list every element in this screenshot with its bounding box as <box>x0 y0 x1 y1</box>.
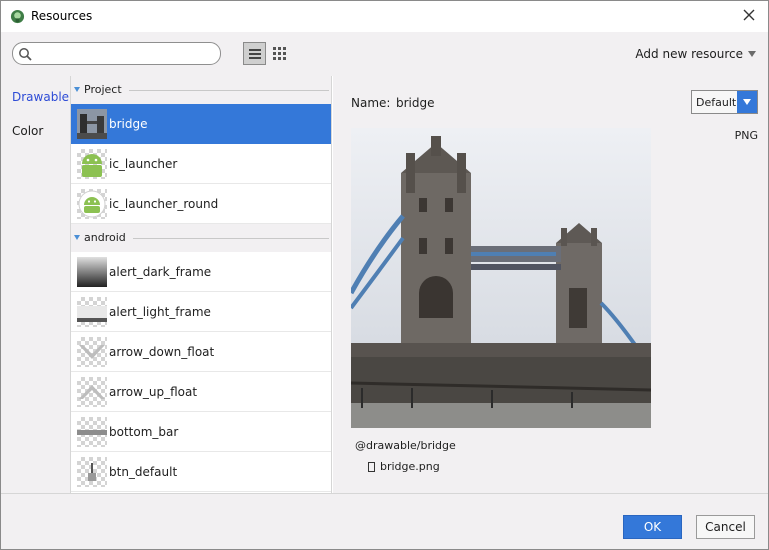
android-studio-icon <box>10 9 25 24</box>
category-color[interactable]: Color <box>12 124 43 138</box>
close-icon[interactable] <box>740 6 758 24</box>
resource-item-label: ic_launcher <box>109 157 178 171</box>
resource-item-label: alert_light_frame <box>109 305 211 319</box>
resource-item-label: bottom_bar <box>109 425 179 439</box>
resource-item-label: arrow_up_float <box>109 385 198 399</box>
resource-item-label: bridge <box>109 117 148 131</box>
add-new-resource-label: Add new resource <box>635 47 743 61</box>
resource-item-label: btn_default <box>109 465 178 479</box>
section-label: android <box>84 231 126 244</box>
add-new-resource-dropdown[interactable]: Add new resource <box>635 47 756 61</box>
toolbar: Add new resource <box>1 32 768 76</box>
section-header-project[interactable]: Project <box>71 76 331 104</box>
android-launcher-icon <box>77 149 107 179</box>
bridge-thumbnail <box>77 109 107 139</box>
resource-item-bridge[interactable]: bridge <box>71 104 331 144</box>
dropdown-button[interactable] <box>737 91 757 113</box>
bottom-bar-thumbnail <box>77 417 107 447</box>
resource-item-alert-light-frame[interactable]: alert_light_frame <box>71 292 331 332</box>
density-dropdown[interactable]: Default <box>691 90 758 114</box>
image-preview <box>351 128 651 428</box>
arrow-down-thumbnail <box>77 337 107 367</box>
search-box[interactable] <box>12 42 221 65</box>
resource-item-label: ic_launcher_round <box>109 197 219 211</box>
resource-item-label: arrow_down_float <box>109 345 215 359</box>
arrow-up-thumbnail <box>77 377 107 407</box>
chevron-down-icon <box>748 51 756 57</box>
file-entry: bridge.png <box>368 460 440 473</box>
density-value: Default <box>696 96 737 109</box>
resource-item-label: alert_dark_frame <box>109 265 212 279</box>
ok-button[interactable]: OK <box>623 515 682 539</box>
list-view-button[interactable] <box>243 42 266 65</box>
resource-item-ic-launcher-round[interactable]: ic_launcher_round <box>71 184 331 224</box>
expand-arrow-icon <box>74 235 80 240</box>
section-divider <box>129 90 329 91</box>
dark-frame-thumbnail <box>77 257 107 287</box>
light-frame-thumbnail <box>77 297 107 327</box>
android-launcher-round-icon <box>77 189 107 219</box>
search-icon <box>19 48 32 61</box>
list-view-icon <box>248 49 261 59</box>
name-label: Name: <box>351 96 391 110</box>
resource-item-arrow-up-float[interactable]: arrow_up_float <box>71 372 331 412</box>
file-icon <box>368 461 375 472</box>
cancel-button[interactable]: Cancel <box>696 515 755 539</box>
section-header-android[interactable]: android <box>71 224 331 252</box>
resource-item-arrow-down-float[interactable]: arrow_down_float <box>71 332 331 372</box>
section-divider <box>133 238 329 239</box>
resource-item-ic-launcher[interactable]: ic_launcher <box>71 144 331 184</box>
grid-view-icon <box>273 47 286 60</box>
file-name: bridge.png <box>380 460 440 473</box>
chevron-down-icon <box>743 99 751 105</box>
expand-arrow-icon <box>74 87 80 92</box>
grid-view-button[interactable] <box>268 42 291 65</box>
window-title: Resources <box>31 9 93 23</box>
detail-panel: Name: bridge Default PNG @drawable/bridg… <box>333 76 768 493</box>
resource-item-btn-default[interactable]: btn_default <box>71 452 331 492</box>
category-list: Drawable Color <box>1 76 71 493</box>
resource-item-bottom-bar[interactable]: bottom_bar <box>71 412 331 452</box>
btn-default-thumbnail <box>77 457 107 487</box>
section-label: Project <box>84 83 122 96</box>
name-value: bridge <box>396 96 435 110</box>
category-drawable[interactable]: Drawable <box>12 90 69 104</box>
search-input[interactable] <box>35 45 215 62</box>
title-bar: Resources <box>1 1 768 32</box>
resource-list: Project bridge ic_launcher ic_launcher_r… <box>71 76 332 493</box>
resource-item-alert-dark-frame[interactable]: alert_dark_frame <box>71 252 331 292</box>
format-label: PNG <box>734 129 758 142</box>
resources-dialog: Resources Add new resource Drawable Colo… <box>0 0 769 550</box>
footer: OK Cancel <box>1 493 768 549</box>
resource-reference: @drawable/bridge <box>355 439 456 452</box>
